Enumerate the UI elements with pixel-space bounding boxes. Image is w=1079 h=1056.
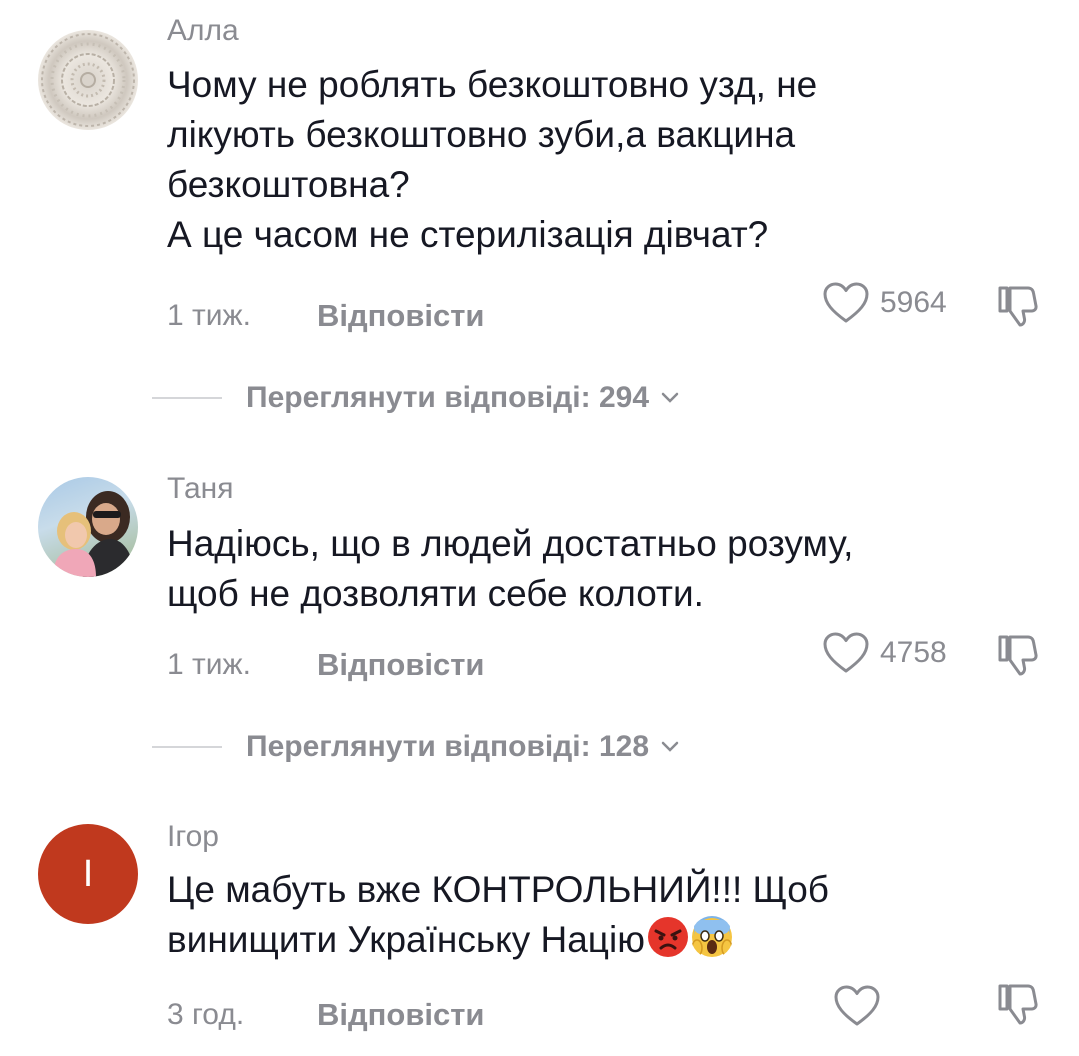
avatar-letter[interactable]: I <box>38 824 138 924</box>
view-replies-label: Переглянути відповіді: 128 <box>246 730 650 763</box>
divider-line <box>152 746 222 748</box>
thumbs-down-outline-icon[interactable] <box>996 982 1042 1028</box>
reply-button[interactable]: Відповісти <box>317 300 485 331</box>
like-button[interactable]: 4758 <box>822 631 947 675</box>
crochet-doily-image <box>41 33 135 127</box>
comment-text: Чому не роблять безкоштовно узд, не ліку… <box>167 60 1027 260</box>
avatar[interactable] <box>38 30 138 130</box>
like-button[interactable] <box>833 984 881 1028</box>
comment-text-line: А це часом не стерилізація дівчат? <box>167 214 769 255</box>
comment-username[interactable]: Таня <box>167 474 233 504</box>
comment-text-line-with-emoji: винищити Українську Націю <box>167 915 1027 965</box>
view-replies-button[interactable]: Переглянути відповіді: 128 <box>152 730 679 764</box>
view-replies-button[interactable]: Переглянути відповіді: 294 <box>152 381 679 415</box>
view-replies-label: Переглянути відповіді: 294 <box>246 381 650 414</box>
divider-line <box>152 397 222 399</box>
angry-face-emoji <box>647 917 688 957</box>
comment-text-line: безкоштовна? <box>167 164 410 205</box>
comment-text-line: Чому не роблять безкоштовно узд, не <box>167 64 818 105</box>
comment-text-line: винищити Українську Націю <box>167 919 645 960</box>
screaming-face-emoji <box>691 916 733 957</box>
comment-time: 1 тиж. <box>167 298 251 332</box>
reply-button[interactable]: Відповісти <box>317 999 485 1030</box>
comment-text: Надіюсь, що в людей достатньо розуму, що… <box>167 519 1027 619</box>
comment-time: 1 тиж. <box>167 647 251 681</box>
comment-meta: 3 год. Відповісти <box>167 999 485 1030</box>
comment-text: Це мабуть вже КОНТРОЛЬНИЙ!!! Щоб винищит… <box>167 865 1027 965</box>
comment-text-line: Надіюсь, що в людей достатньо розуму, <box>167 523 854 564</box>
profile-photo-image <box>53 491 134 577</box>
heart-outline-icon <box>823 282 869 323</box>
heart-outline-icon <box>823 632 869 673</box>
comment-meta: 1 тиж. Відповісти <box>167 649 485 680</box>
like-button[interactable]: 5964 <box>822 281 947 325</box>
chevron-down-icon <box>661 741 679 752</box>
comment-meta: 1 тиж. Відповісти <box>167 300 485 331</box>
comment-text-line: лікують безкоштовно зуби,а вакцина <box>167 114 796 155</box>
avatar[interactable] <box>38 477 138 577</box>
avatar-initial: I <box>82 852 94 895</box>
thumbs-down-outline-icon[interactable] <box>996 284 1042 330</box>
thumbs-down-outline-icon[interactable] <box>996 633 1042 679</box>
reply-button[interactable]: Відповісти <box>317 649 485 680</box>
chevron-down-icon <box>661 392 679 403</box>
heart-outline-icon <box>834 985 880 1026</box>
comment-text-line: щоб не дозволяти себе колоти. <box>167 573 704 614</box>
comment-username[interactable]: Ігор <box>167 822 219 852</box>
comment-username[interactable]: Алла <box>167 16 239 46</box>
like-count: 5964 <box>880 286 947 319</box>
like-count: 4758 <box>880 636 947 669</box>
comment-time: 3 год. <box>167 997 245 1031</box>
comment-text-line: Це мабуть вже КОНТРОЛЬНИЙ!!! Щоб <box>167 869 829 910</box>
